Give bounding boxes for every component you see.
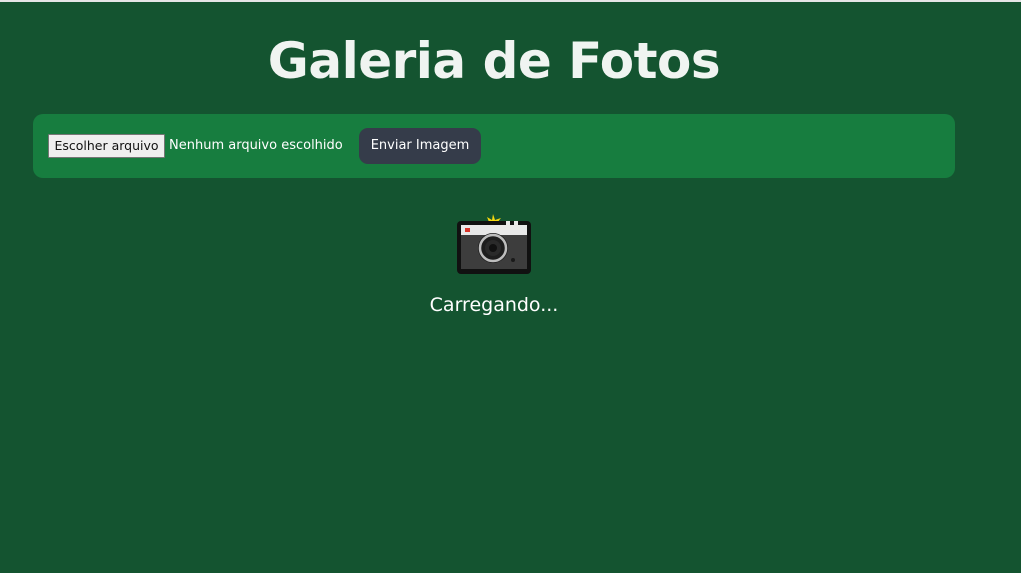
loading-text: Carregando... [429, 294, 559, 316]
choose-file-button[interactable]: Escolher arquivo [48, 134, 165, 158]
loading-indicator [0, 212, 988, 280]
page-title: Galeria de Fotos [267, 32, 721, 90]
send-image-button[interactable]: Enviar Imagem [359, 128, 481, 164]
camera-icon [456, 212, 532, 276]
file-status-text: Nenhum arquivo escolhido [169, 138, 343, 153]
upload-form: Escolher arquivo Nenhum arquivo escolhid… [33, 114, 955, 178]
